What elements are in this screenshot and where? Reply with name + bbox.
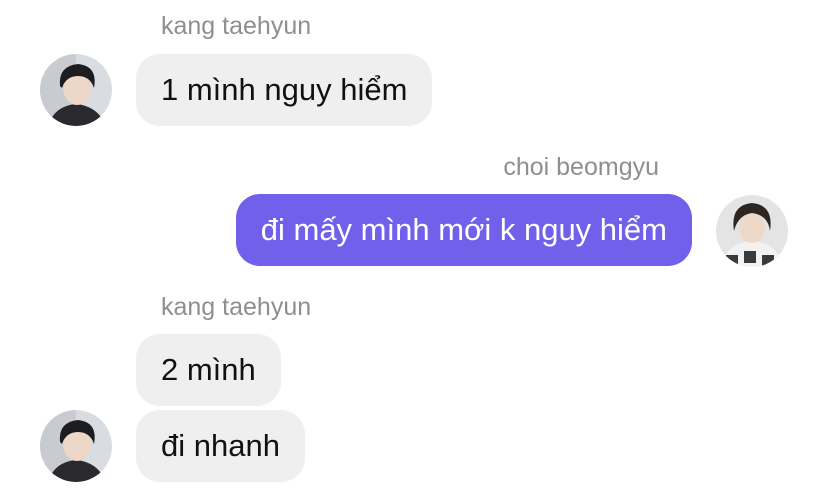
- sender-name: kang taehyun: [161, 12, 312, 40]
- sender-name: kang taehyun: [161, 293, 312, 321]
- message-bubble[interactable]: 1 mình nguy hiểm: [136, 54, 433, 126]
- message-bubble[interactable]: đi mấy mình mới k nguy hiểm: [235, 194, 692, 266]
- sender-name: choi beomgyu: [503, 153, 659, 181]
- user-avatar-kang-taehyun[interactable]: [40, 410, 112, 482]
- user-avatar-choi-beomgyu[interactable]: [716, 195, 788, 267]
- user-avatar-kang-taehyun[interactable]: [40, 54, 112, 126]
- message-bubble[interactable]: 2 mình: [136, 334, 281, 406]
- message-bubble[interactable]: đi nhanh: [136, 410, 305, 482]
